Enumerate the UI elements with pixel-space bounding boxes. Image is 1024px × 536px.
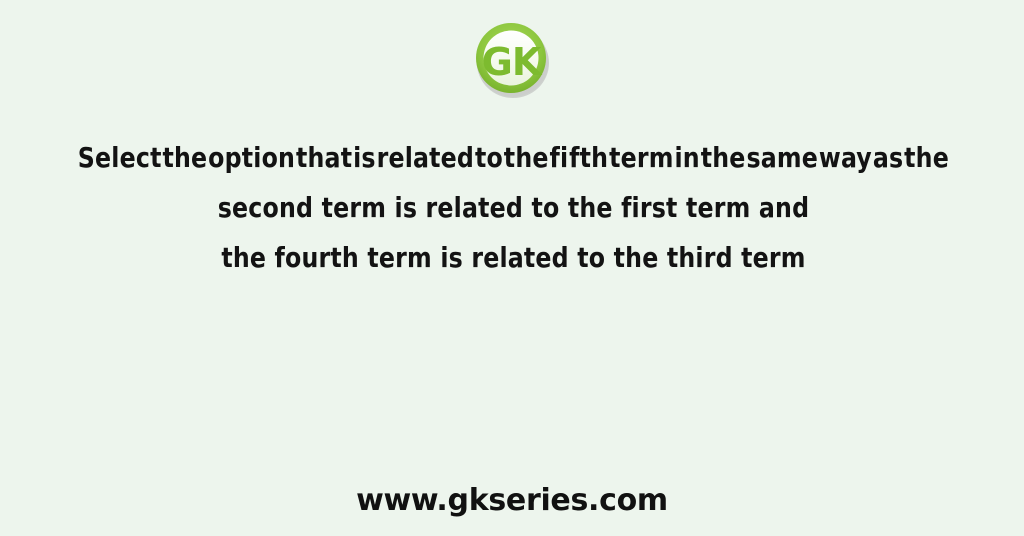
logo-container: GK [0,18,1024,108]
word: that [295,141,353,174]
word: way [818,141,872,174]
word: as [872,141,904,174]
word: the [162,141,208,174]
word: the [700,141,746,174]
word: to [474,141,503,174]
word: fth [569,141,609,174]
question-line-3: the fourth term is related to the third … [221,241,806,274]
question-text: Select the option that is related to the… [50,133,977,283]
question-line-2: second term is related to the first term… [217,191,810,224]
word: in [674,141,700,174]
word: term [609,141,674,174]
word: is [353,141,376,174]
gk-logo: GK [473,18,551,98]
word: same [746,141,819,174]
word: related [376,141,475,174]
question-line-1: Select the option that is related to the… [78,133,949,183]
gk-logo-icon: GK [476,23,549,98]
website-url[interactable]: www.gkseries.com [356,483,668,518]
word: option [208,141,296,174]
page-root: GK Select the option that is related to … [0,0,1024,536]
word: the [503,141,549,174]
word: Select [77,141,162,174]
footer: www.gkseries.com [0,483,1024,518]
svg-text:GK: GK [482,40,543,84]
word: fi [549,141,569,174]
word: the [904,141,949,174]
